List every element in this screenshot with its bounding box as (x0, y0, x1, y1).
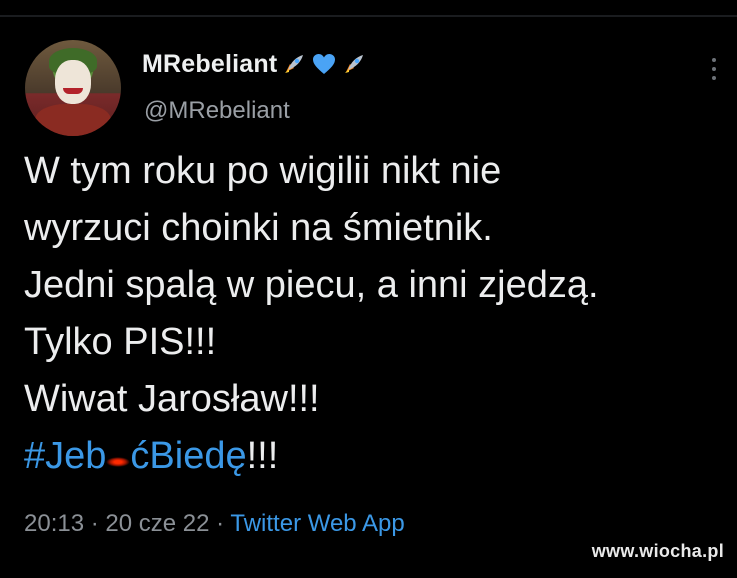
tweet-line: Tylko PIS!!! (24, 321, 217, 363)
tweet-text: W tym roku po wigilii nikt nie wyrzuci c… (24, 143, 729, 485)
hashtag-link[interactable]: #Jeb ćBiedę (24, 435, 247, 477)
tweet-line: Wiwat Jarosław!!! (24, 378, 320, 420)
tweet-meta: 20:13 · 20 cze 22 · Twitter Web App (24, 510, 405, 538)
tweet-line: W tym roku po wigilii nikt nie (24, 150, 502, 192)
censor-mark (106, 456, 131, 467)
hashtag-line: #Jeb ćBiedę!!! (24, 428, 729, 485)
avatar[interactable] (25, 40, 121, 136)
rocket-icon (345, 55, 364, 73)
rocket-icon (285, 55, 304, 73)
avatar-smile (63, 88, 83, 94)
separator: · (90, 510, 99, 537)
more-options-icon[interactable] (711, 58, 717, 84)
tweet-time[interactable]: 20:13 (24, 510, 84, 537)
author-name[interactable]: MRebeliant (142, 50, 277, 79)
separator: · (216, 510, 225, 537)
author-name-row[interactable]: MRebeliant (142, 47, 367, 81)
hashtag-end: ćBiedę (130, 435, 247, 477)
tweet-line: Jedni spalą w piecu, a inni zjedzą. (24, 264, 599, 306)
tweet-date[interactable]: 20 cze 22 (105, 510, 209, 537)
avatar-face (55, 60, 91, 104)
watermark: www.wiocha.pl (591, 541, 724, 561)
hashtag-suffix: !!! (246, 435, 279, 477)
blue-heart-icon (313, 54, 336, 74)
avatar-suit (35, 104, 111, 136)
tweet-line: wyrzuci choinki na śmietnik. (24, 207, 493, 249)
hashtag-start: #Jeb (24, 435, 107, 477)
source-app-link[interactable]: Twitter Web App (230, 510, 404, 537)
divider (0, 15, 737, 17)
author-handle[interactable]: @MRebeliant (144, 97, 290, 125)
